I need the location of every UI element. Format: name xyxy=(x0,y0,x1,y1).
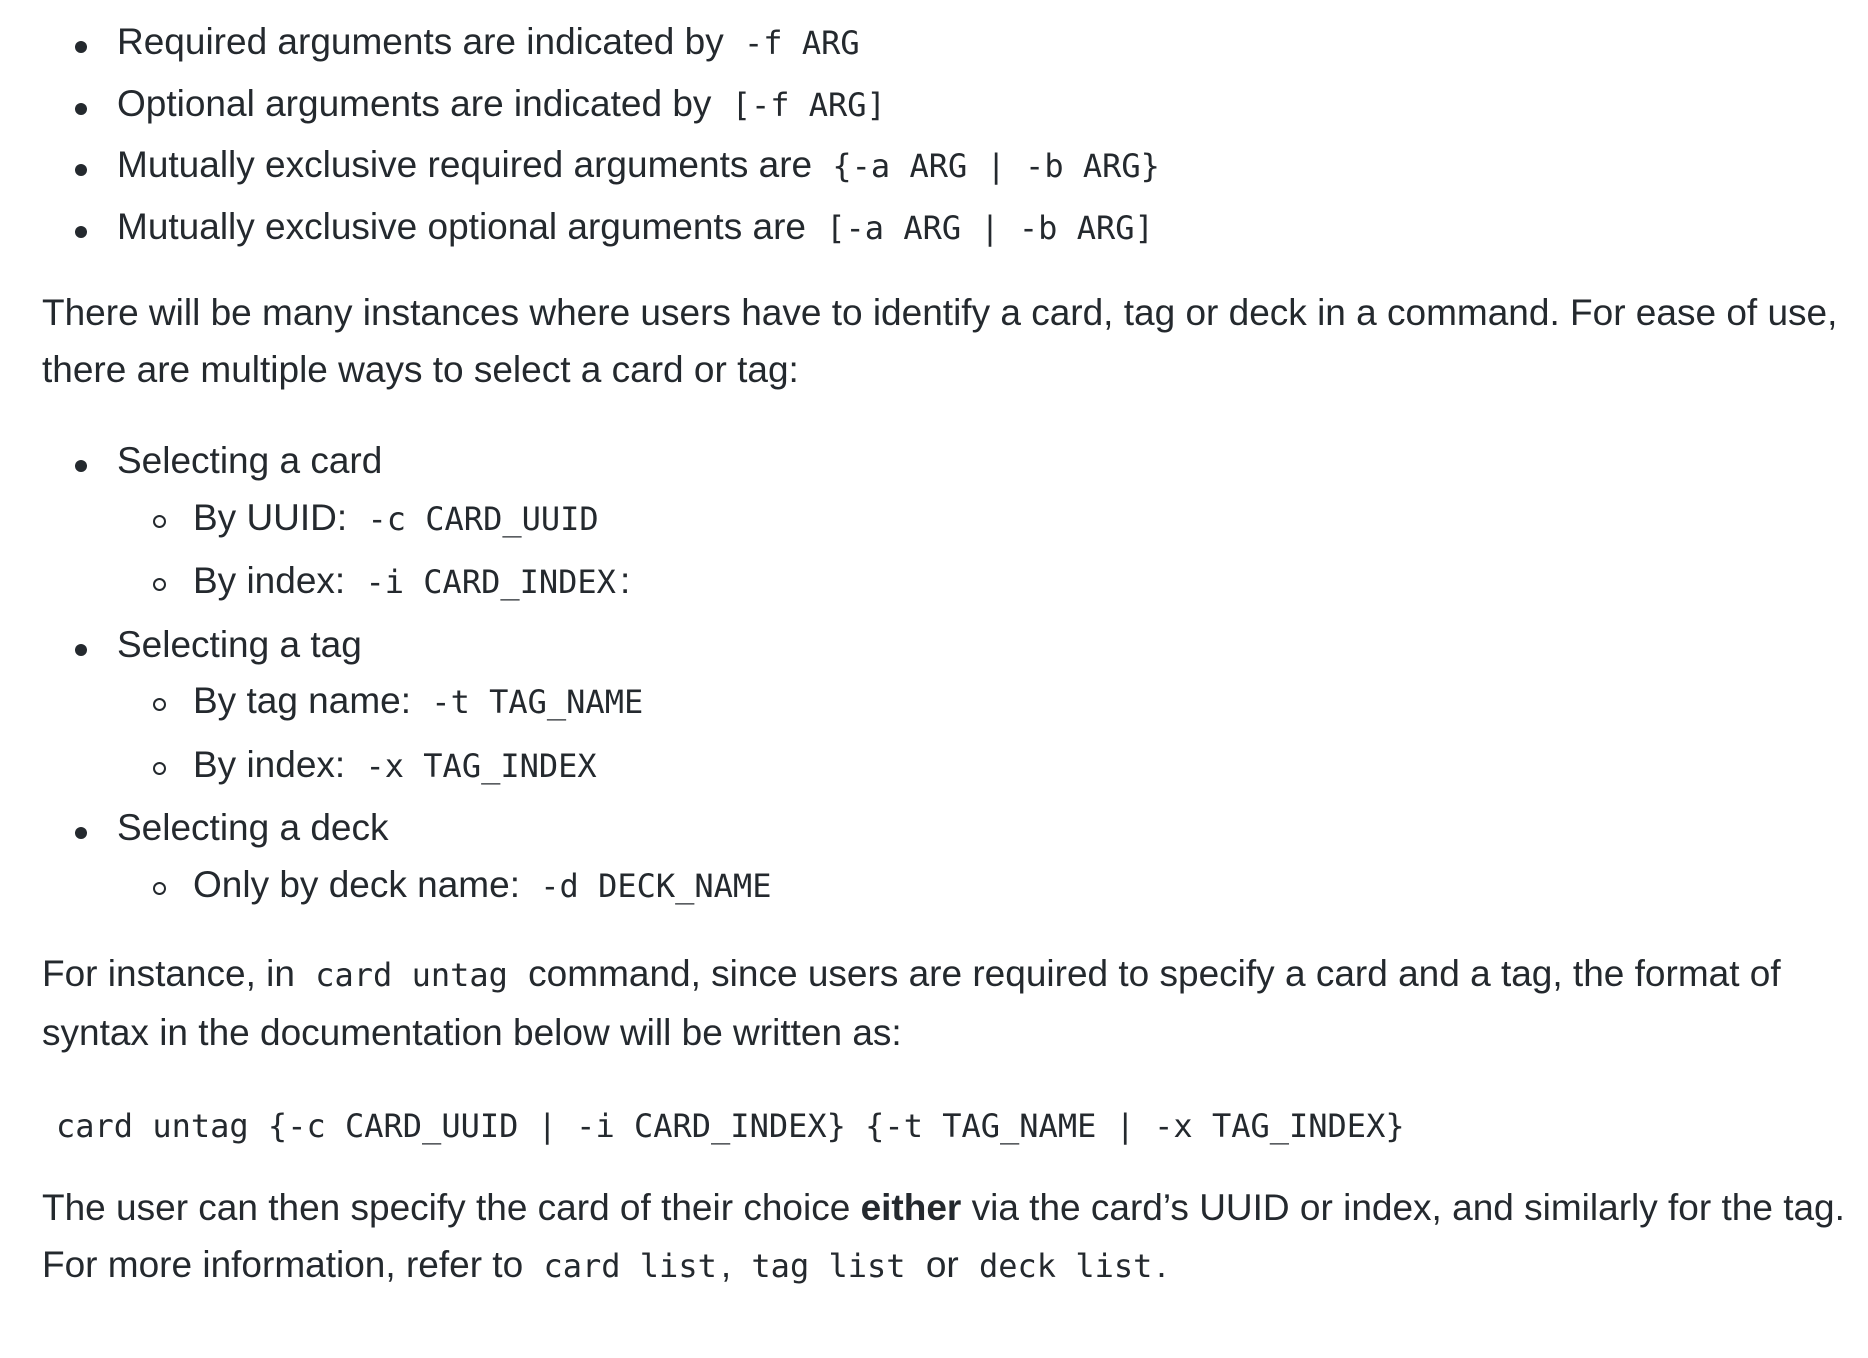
list-item-card: Selecting a card By UUID: -c CARD_UUID B… xyxy=(42,433,1857,609)
list-item-text: Mutually exclusive optional arguments ar… xyxy=(117,205,806,247)
list-item: Optional arguments are indicated by [-f … xyxy=(42,76,1857,132)
inline-code: deck list xyxy=(979,1246,1153,1285)
sub-item-text: By UUID: xyxy=(193,496,348,538)
sub-item-text: By index: xyxy=(193,743,346,785)
inline-code: [-a ARG | -b ARG] xyxy=(826,208,1154,247)
sub-list-item: By index: -i CARD_INDEX: xyxy=(117,553,1857,609)
sub-list: By tag name: -t TAG_NAME By index: -x TA… xyxy=(117,673,1857,792)
list-item: Required arguments are indicated by -f A… xyxy=(42,14,1857,70)
inline-code: [-f ARG] xyxy=(731,85,886,124)
list-item-label: Selecting a deck xyxy=(117,807,389,848)
sub-item-text: Only by deck name: xyxy=(193,863,520,905)
instance-paragraph: For instance, in card untag command, sin… xyxy=(42,945,1857,1061)
sub-list-item: By tag name: -t TAG_NAME xyxy=(117,673,1857,729)
sub-item-text: By tag name: xyxy=(193,680,412,721)
inline-code: card list xyxy=(543,1246,717,1285)
sub-item-suffix: : xyxy=(619,560,631,601)
paragraph-text: or xyxy=(925,1243,959,1285)
final-paragraph: The user can then specify the card of th… xyxy=(42,1179,1857,1295)
sub-item-text: By index: xyxy=(193,560,346,601)
sub-list-item: Only by deck name: -d DECK_NAME xyxy=(117,857,1857,913)
inline-code: -t TAG_NAME xyxy=(431,683,644,721)
code-block: card untag {-c CARD_UUID | -i CARD_INDEX… xyxy=(56,1107,1405,1145)
list-item-text: Mutually exclusive required arguments ar… xyxy=(117,144,813,185)
list-item-tag: Selecting a tag By tag name: -t TAG_NAME… xyxy=(42,617,1857,793)
list-item-text: Required arguments are indicated by xyxy=(117,21,724,62)
inline-code: -c CARD_UUID xyxy=(367,499,599,538)
inline-code: tag list xyxy=(751,1246,906,1285)
sub-list-item: By index: -x TAG_INDEX xyxy=(117,737,1857,793)
inline-code: {-a ARG | -b ARG} xyxy=(832,147,1160,185)
paragraph-end: . xyxy=(1156,1243,1167,1285)
list-item-deck: Selecting a deck Only by deck name: -d D… xyxy=(42,800,1857,912)
sub-list-item: By UUID: -c CARD_UUID xyxy=(117,490,1857,546)
document: Required arguments are indicated by -f A… xyxy=(42,14,1857,1295)
paragraph-text: command, since users are required to spe… xyxy=(42,953,1781,1053)
selection-list: Selecting a card By UUID: -c CARD_UUID B… xyxy=(42,433,1857,912)
bold-text: either xyxy=(860,1186,962,1228)
list-item: Mutually exclusive optional arguments ar… xyxy=(42,199,1857,255)
inline-code: -f ARG xyxy=(744,24,860,62)
intro-paragraph: There will be many instances where users… xyxy=(42,292,1838,390)
paragraph-text: For instance, in xyxy=(42,953,295,994)
inline-code: -x TAG_INDEX xyxy=(365,746,597,785)
paragraph-text: The user can then specify the card of th… xyxy=(42,1186,851,1228)
syntax-list: Required arguments are indicated by -f A… xyxy=(42,14,1857,254)
list-item: Mutually exclusive required arguments ar… xyxy=(42,137,1857,193)
inline-code: -d DECK_NAME xyxy=(540,866,772,905)
list-item-label: Selecting a card xyxy=(117,440,383,481)
inline-code: card untag xyxy=(315,956,508,994)
list-item-label: Selecting a tag xyxy=(117,623,362,665)
separator-text: , xyxy=(720,1243,732,1285)
sub-list: By UUID: -c CARD_UUID By index: -i CARD_… xyxy=(117,490,1857,609)
sub-list: Only by deck name: -d DECK_NAME xyxy=(117,857,1857,913)
list-item-text: Optional arguments are indicated by xyxy=(117,82,712,124)
inline-code: -i CARD_INDEX xyxy=(365,563,616,601)
